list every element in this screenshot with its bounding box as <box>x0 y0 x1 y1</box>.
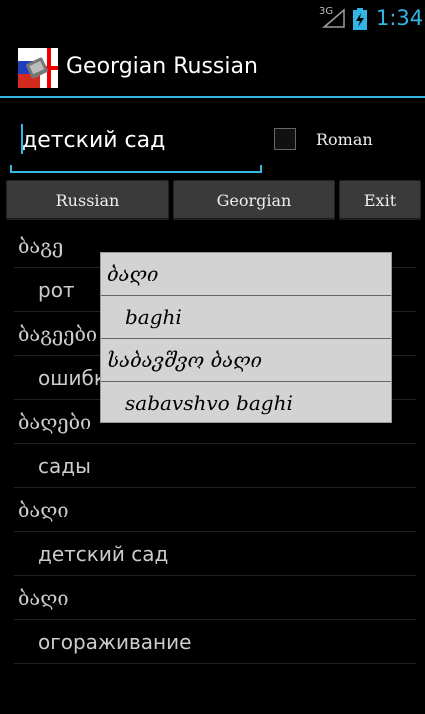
app-flag-icon[interactable] <box>18 48 58 88</box>
search-input-underline-right <box>260 165 262 173</box>
result-russian-translation[interactable]: сады <box>14 444 416 488</box>
suggestion-romanized[interactable]: baghi <box>101 296 391 339</box>
clock: 1:34 <box>376 6 424 30</box>
battery-charging-icon <box>353 8 367 30</box>
suggestion-georgian[interactable]: ბაღი <box>101 253 391 296</box>
exit-button[interactable]: Exit <box>339 180 421 220</box>
text-cursor <box>21 124 23 154</box>
result-georgian-word[interactable]: ბაღი <box>14 488 416 532</box>
suggestion-romanized[interactable]: sabavshvo baghi <box>101 382 391 424</box>
suggestion-georgian[interactable]: საბავშვო ბაღი <box>101 339 391 382</box>
roman-checkbox[interactable] <box>274 128 296 150</box>
signal-icon <box>322 8 345 28</box>
russian-button[interactable]: Russian <box>6 180 169 220</box>
search-input-underline <box>10 171 262 173</box>
action-bar: Georgian Russian <box>0 36 425 98</box>
search-input[interactable] <box>12 118 272 162</box>
status-bar: 3G 1:34 <box>0 0 425 36</box>
roman-checkbox-label[interactable]: Roman <box>316 130 373 149</box>
suggestion-popup: ბაღი baghi საბავშვო ბაღი sabavshvo baghi <box>100 252 392 423</box>
result-russian-translation[interactable]: огораживание <box>14 620 416 664</box>
search-input-underline-left <box>10 165 12 173</box>
result-georgian-word[interactable]: ბაღი <box>14 576 416 620</box>
georgian-button[interactable]: Georgian <box>173 180 335 220</box>
result-russian-translation[interactable]: детский сад <box>14 532 416 576</box>
app-title: Georgian Russian <box>66 54 258 79</box>
